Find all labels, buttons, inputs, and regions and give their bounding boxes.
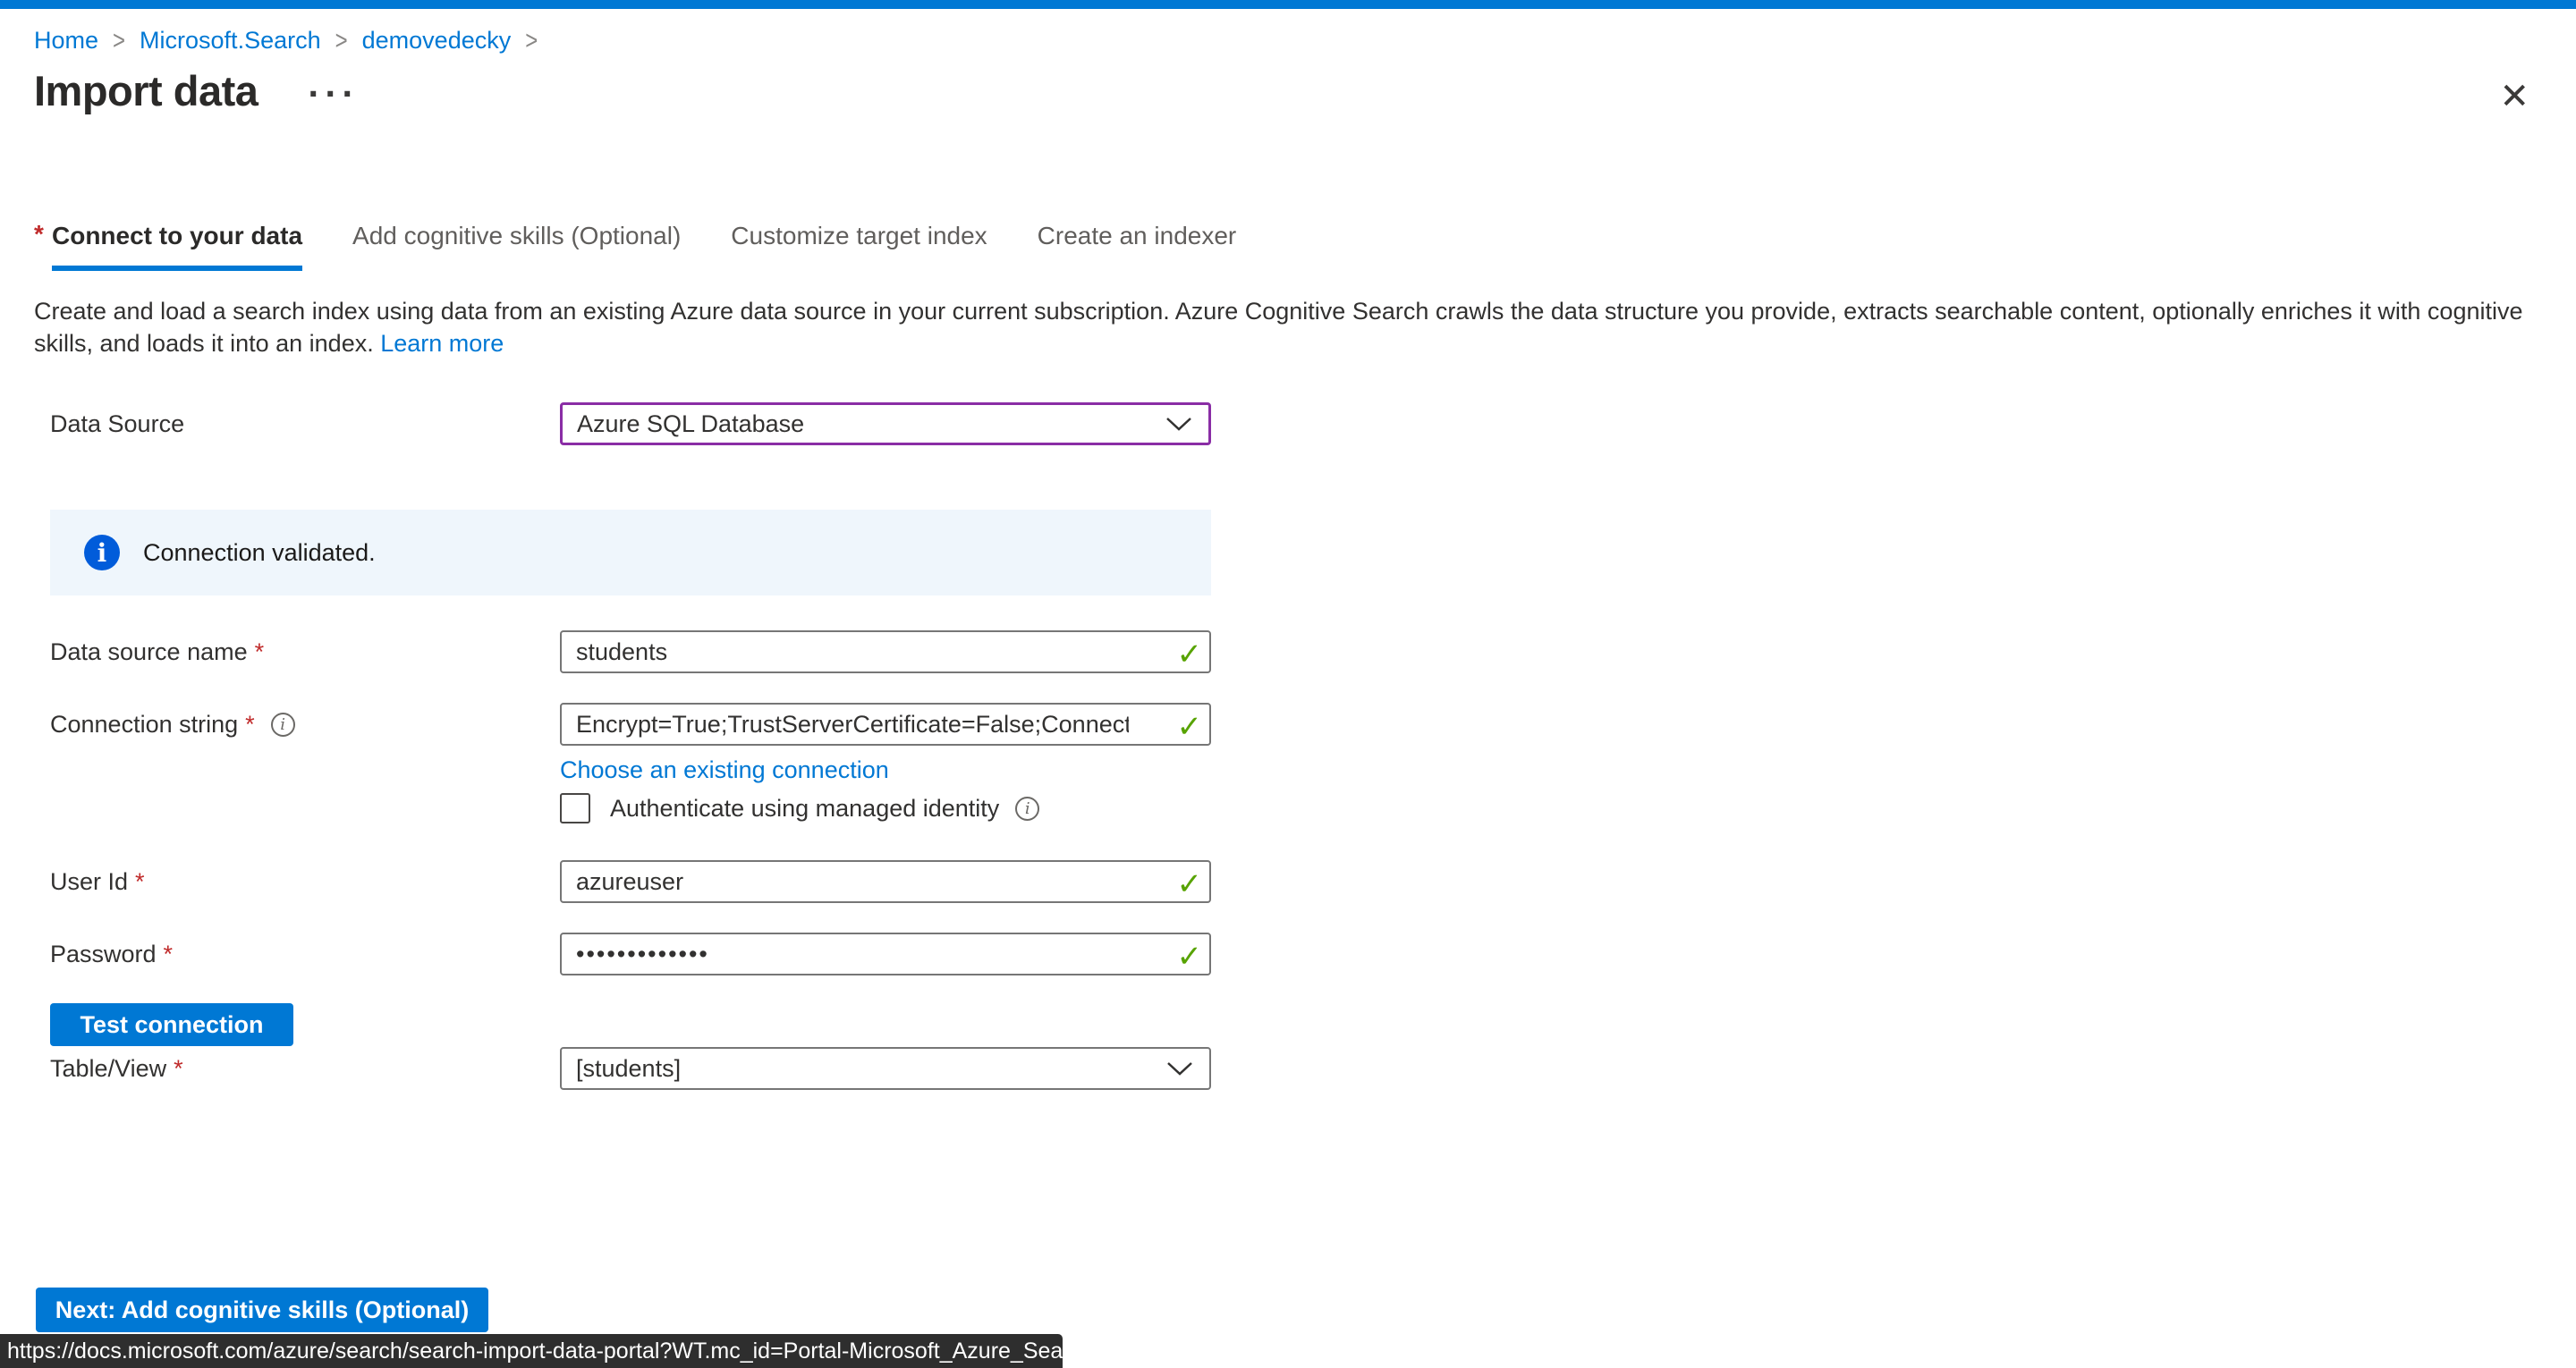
data-source-name-control: ✓ [560,630,1211,673]
label-text: Data Source [50,410,184,438]
info-icon: i [84,535,120,570]
connect-data-form: Data Source Azure SQL Database i Connect… [50,402,1213,1090]
label-text: Connection string [50,711,238,739]
managed-identity-label: Authenticate using managed identity [610,795,999,823]
tab-label: Create an indexer [1038,222,1237,249]
label-text: Table/View [50,1055,166,1083]
data-source-name-input[interactable] [560,630,1211,673]
next-add-cognitive-skills-button[interactable]: Next: Add cognitive skills (Optional) [36,1288,488,1332]
close-icon[interactable]: ✕ [2499,79,2529,114]
banner-text: Connection validated. [143,539,376,567]
data-source-name-row: Data source name * ✓ [50,630,1213,673]
wizard-tabs: * Connect to your data Add cognitive ski… [34,222,1286,271]
portal-top-accent-bar [0,0,2576,9]
password-label: Password * [50,941,560,968]
link-preview-status-bar: https://docs.microsoft.com/azure/search/… [0,1334,1063,1368]
intro-paragraph: Create and load a search index using dat… [34,295,2544,359]
page-title: Import data [34,66,258,115]
tab-create-an-indexer[interactable]: Create an indexer [1038,222,1237,271]
table-view-value: [students] [576,1055,681,1083]
connection-string-control: ✓ [560,703,1211,746]
learn-more-link[interactable]: Learn more [380,330,504,357]
connection-string-row: Connection string * i ✓ [50,703,1213,746]
chevron-down-icon [1165,417,1192,432]
tab-label: Connect to your data [52,222,302,249]
data-source-control: Azure SQL Database [560,402,1211,445]
required-asterisk: * [245,711,255,739]
password-input[interactable] [560,933,1211,975]
required-asterisk: * [174,1055,183,1083]
tab-label: Customize target index [731,222,987,249]
chevron-right-icon: > [335,25,348,56]
user-id-label: User Id * [50,868,560,896]
breadcrumb-home[interactable]: Home [34,27,98,55]
user-id-input[interactable] [560,860,1211,903]
managed-identity-row: Authenticate using managed identity i [560,792,1213,824]
data-source-name-label: Data source name * [50,638,560,666]
status-url: https://docs.microsoft.com/azure/search/… [7,1338,1063,1364]
connection-validated-banner: i Connection validated. [50,510,1211,595]
table-view-dropdown[interactable]: [students] [560,1047,1211,1090]
choose-existing-connection-row: Choose an existing connection [560,756,1213,785]
password-row: Password * ✓ [50,933,1213,975]
breadcrumb-microsoft-search[interactable]: Microsoft.Search [140,27,321,55]
chevron-right-icon: > [113,25,125,56]
label-text: Data source name [50,638,248,666]
user-id-control: ✓ [560,860,1211,903]
required-asterisk: * [164,941,174,968]
table-view-label: Table/View * [50,1055,560,1083]
data-source-dropdown[interactable]: Azure SQL Database [560,402,1211,445]
test-connection-button[interactable]: Test connection [50,1003,293,1046]
label-text: Password [50,941,157,968]
data-source-value: Azure SQL Database [577,410,804,438]
breadcrumb-demovedecky[interactable]: demovedecky [362,27,512,55]
tab-customize-target-index[interactable]: Customize target index [731,222,987,271]
user-id-row: User Id * ✓ [50,860,1213,903]
connection-string-input[interactable] [560,703,1211,746]
info-tooltip-icon[interactable]: i [1015,797,1039,821]
chevron-down-icon [1166,1061,1193,1077]
data-source-label: Data Source [50,410,560,438]
managed-identity-checkbox[interactable] [560,793,590,823]
required-asterisk: * [135,868,145,896]
connection-string-label: Connection string * i [50,711,560,739]
tab-add-cognitive-skills[interactable]: Add cognitive skills (Optional) [352,222,681,271]
label-text: User Id [50,868,128,896]
page-header: Import data ··· [34,66,359,115]
choose-existing-connection-link[interactable]: Choose an existing connection [560,756,889,783]
tab-label: Add cognitive skills (Optional) [352,222,681,249]
table-view-control: [students] [560,1047,1211,1090]
table-view-row: Table/View * [students] [50,1047,1213,1090]
tab-connect-to-your-data[interactable]: * Connect to your data [52,222,302,271]
chevron-right-icon: > [525,25,538,56]
info-tooltip-icon[interactable]: i [271,713,295,737]
password-control: ✓ [560,933,1211,975]
required-asterisk: * [255,638,265,666]
data-source-row: Data Source Azure SQL Database [50,402,1213,445]
breadcrumb: Home > Microsoft.Search > demovedecky > [34,27,552,55]
required-asterisk: * [34,220,44,249]
more-options-icon[interactable]: ··· [308,80,359,103]
